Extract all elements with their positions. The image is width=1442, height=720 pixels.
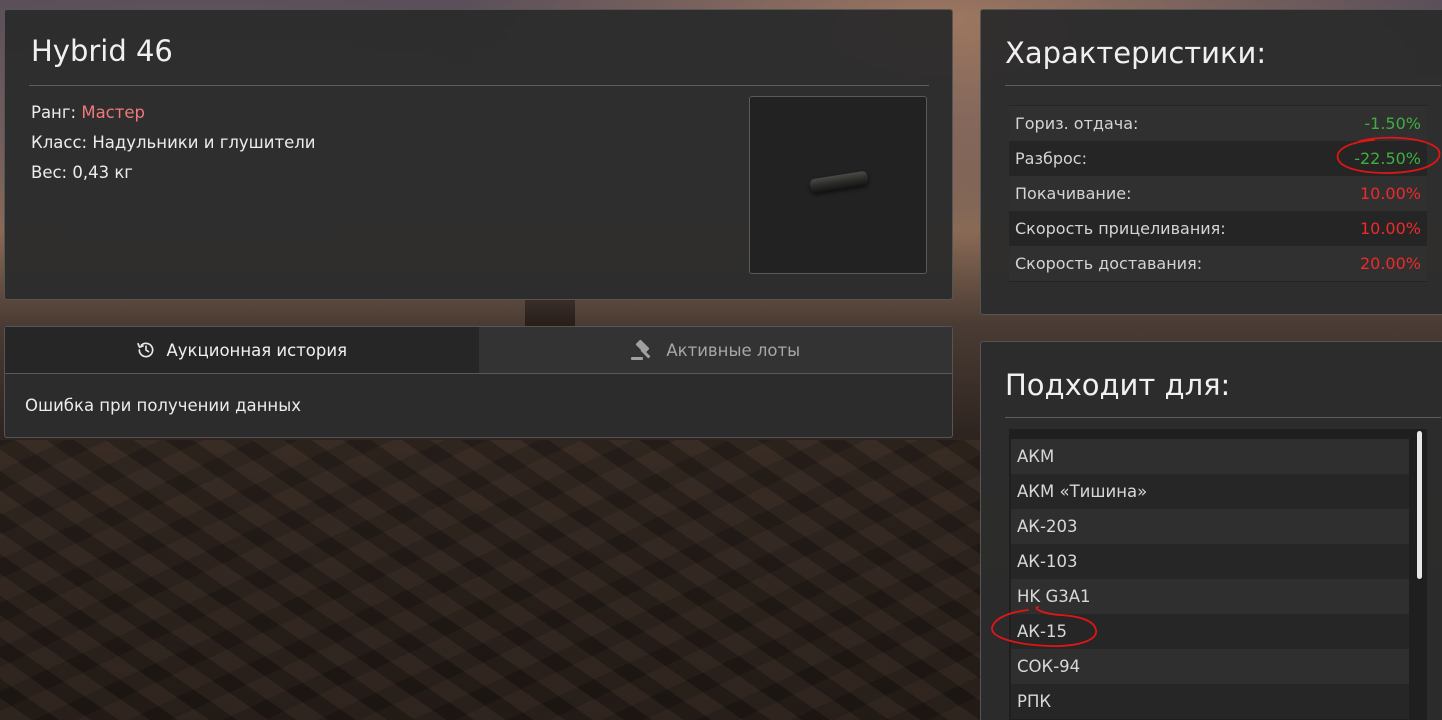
stat-label: Покачивание: [1015,184,1132,203]
stat-label: Гориз. отдача: [1015,114,1139,133]
item-properties: Ранг: Мастер Класс: Надульники и глушите… [31,98,316,188]
stat-row: Разброс: -22.50% [1009,141,1427,176]
stat-value: 10.00% [1359,184,1421,203]
gavel-icon [631,339,651,360]
tab-active-lots-label: Активные лоты [666,340,801,360]
stat-label: Скорость прицеливания: [1015,219,1226,238]
stat-label: Скорость доставания: [1015,254,1203,273]
stat-row: Гориз. отдача: -1.50% [1009,106,1427,141]
rank-label: Ранг: [31,103,77,122]
tab-auction-history[interactable]: Аукционная история [5,327,479,373]
compatible-weapon-item[interactable]: СОК-94 [1011,649,1409,684]
stat-row: Скорость доставания: 20.00% [1009,246,1427,281]
tab-auction-history-label: Аукционная история [166,340,348,360]
background-terrain [0,440,980,720]
rank-value: Мастер [81,103,145,122]
stat-value: 10.00% [1359,219,1421,238]
item-title: Hybrid 46 [31,34,173,68]
item-info-panel: Hybrid 46 Ранг: Мастер Класс: Надульники… [4,9,953,300]
item-weight: Вес: 0,43 кг [31,163,133,182]
divider [29,85,929,86]
stat-row: Скорость прицеливания: 10.00% [1009,211,1427,246]
compatible-title: Подходит для: [1005,368,1231,402]
item-class: Класс: Надульники и глушители [31,133,316,152]
silencer-icon [809,170,869,194]
compatible-list-items: АКМ АКМ «Тишина» АК-203 АК-103 HK G3A1 АК-15 С… [1009,429,1427,719]
compatible-weapon-item[interactable]: РПК [1011,684,1409,719]
compatible-weapon-item[interactable]: АКМ «Тишина» [1011,474,1409,509]
compatible-weapon-item[interactable]: АКМ [1011,439,1409,474]
compatible-weapons-panel: Подходит для: АКМ АКМ «Тишина» АК-203 АК-10… [980,341,1442,720]
tab-active-lots[interactable]: Активные лоты [478,327,952,373]
stats-panel: Характеристики: Гориз. отдача: -1.50% Разб… [980,9,1442,315]
stat-value: -1.50% [1364,114,1421,133]
item-image [749,96,927,274]
stat-label: Разброс: [1015,149,1087,168]
divider [1005,417,1441,418]
compatible-weapon-item[interactable]: АК-103 [1011,544,1409,579]
compatible-weapon-item[interactable]: АК-15 [1011,614,1409,649]
stats-table: Гориз. отдача: -1.50% Разброс: -22.50% Покач… [1009,105,1427,282]
compatible-weapon-item[interactable]: АК-203 [1011,509,1409,544]
stats-title: Характеристики: [1005,36,1267,70]
compatible-weapon-item[interactable]: HK G3A1 [1011,579,1409,614]
scrollbar[interactable] [1417,431,1422,579]
history-icon [137,342,154,358]
stat-value: 20.00% [1359,254,1421,273]
stat-value: -22.50% [1354,149,1421,168]
item-rank: Ранг: Мастер [31,98,316,128]
background-structure [525,300,575,328]
stat-row: Покачивание: 10.00% [1009,176,1427,211]
divider [1005,85,1441,86]
auction-panel: Аукционная история Активные лоты Ошибка … [4,326,953,438]
tab-bar: Аукционная история Активные лоты [5,327,952,374]
compatible-list[interactable]: АКМ АКМ «Тишина» АК-203 АК-103 HK G3A1 АК-15 С… [1009,429,1427,720]
error-message: Ошибка при получении данных [25,396,301,415]
